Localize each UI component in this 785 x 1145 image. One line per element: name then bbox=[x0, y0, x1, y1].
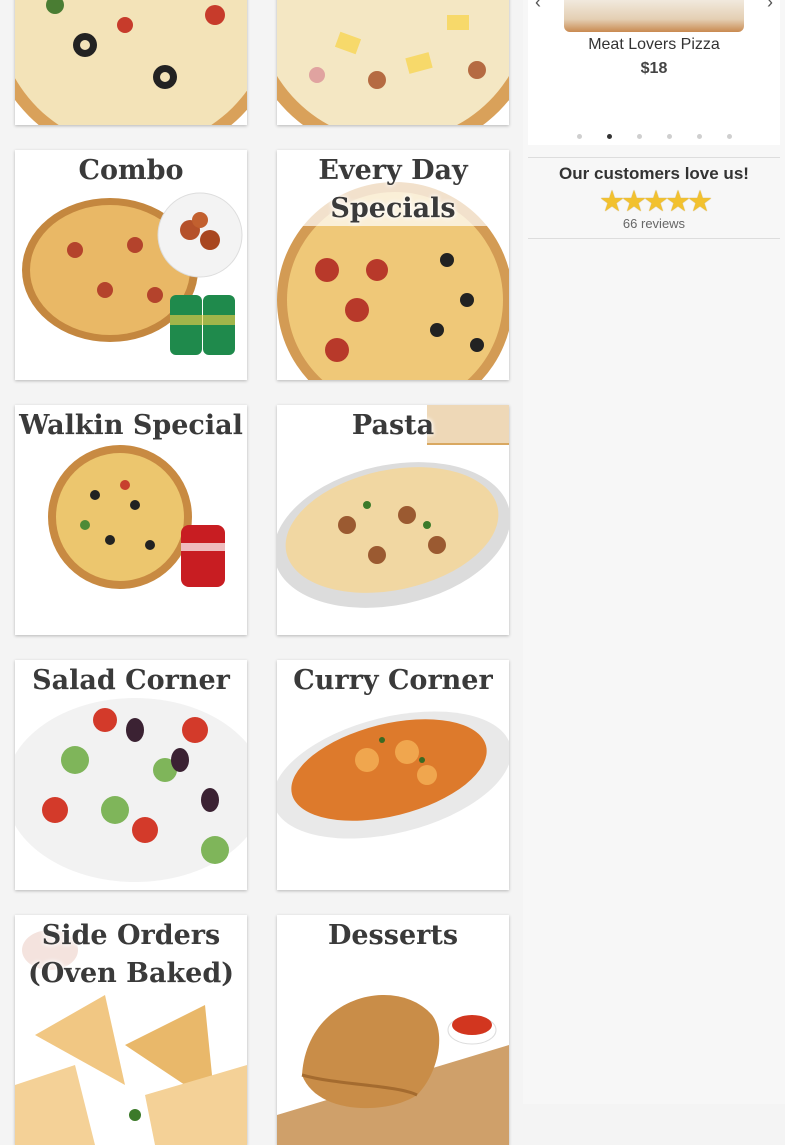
category-card-every-day-specials[interactable]: Every Day Specials bbox=[277, 150, 509, 380]
star-rating: ★★★★★ bbox=[599, 186, 713, 218]
category-title: Desserts bbox=[327, 920, 459, 951]
category-card-desserts[interactable]: Desserts bbox=[277, 915, 509, 1145]
category-card-walkin-special[interactable]: Walkin Special bbox=[15, 405, 247, 635]
pizza-image bbox=[277, 0, 509, 125]
category-card-curry-corner[interactable]: Curry Corner bbox=[277, 660, 509, 890]
slider-dot[interactable] bbox=[696, 134, 702, 140]
category-card-pizza-1[interactable] bbox=[15, 0, 247, 125]
featured-item-name[interactable]: Meat Lovers Pizza bbox=[528, 36, 780, 54]
category-title: Salad Corner bbox=[32, 665, 230, 696]
featured-item-image[interactable] bbox=[564, 0, 744, 32]
slider-dot[interactable] bbox=[576, 134, 582, 140]
slider-dot[interactable] bbox=[606, 134, 612, 140]
slider-dot[interactable] bbox=[726, 134, 732, 140]
category-title: Every Day Specials bbox=[318, 155, 468, 224]
chevron-left-icon[interactable]: ‹ bbox=[535, 0, 541, 13]
sidebar: ‹ › Meat Lovers Pizza $18 Our customers … bbox=[523, 0, 785, 1104]
menu-category-grid: Combo Every Day Specials Walkin Special bbox=[0, 0, 523, 1145]
category-title: Walkin Special bbox=[19, 410, 243, 441]
review-count[interactable]: 66 reviews bbox=[528, 216, 780, 231]
reviews-heading: Our customers love us! bbox=[559, 164, 749, 183]
slider-dot[interactable] bbox=[666, 134, 672, 140]
slider-dot[interactable] bbox=[636, 134, 642, 140]
featured-item-price: $18 bbox=[640, 60, 668, 77]
category-card-pizza-2[interactable] bbox=[277, 0, 509, 125]
category-title: Pasta bbox=[351, 410, 435, 441]
chevron-right-icon[interactable]: › bbox=[767, 0, 773, 13]
pizza-image bbox=[15, 0, 247, 125]
category-card-pasta[interactable]: Pasta bbox=[277, 405, 509, 635]
category-title: Curry Corner bbox=[293, 665, 493, 696]
category-title: Side Orders (Oven Baked) bbox=[15, 917, 247, 993]
category-title: Combo bbox=[78, 155, 184, 186]
slider-pagination bbox=[528, 128, 780, 146]
category-card-salad-corner[interactable]: Salad Corner bbox=[15, 660, 247, 890]
featured-items-slider: ‹ › Meat Lovers Pizza $18 bbox=[528, 0, 780, 145]
category-card-combo[interactable]: Combo bbox=[15, 150, 247, 380]
category-card-side-orders[interactable]: Side Orders (Oven Baked) bbox=[15, 915, 247, 1145]
reviews-widget[interactable]: Our customers love us! ★★★★★ 66 reviews bbox=[528, 157, 780, 239]
